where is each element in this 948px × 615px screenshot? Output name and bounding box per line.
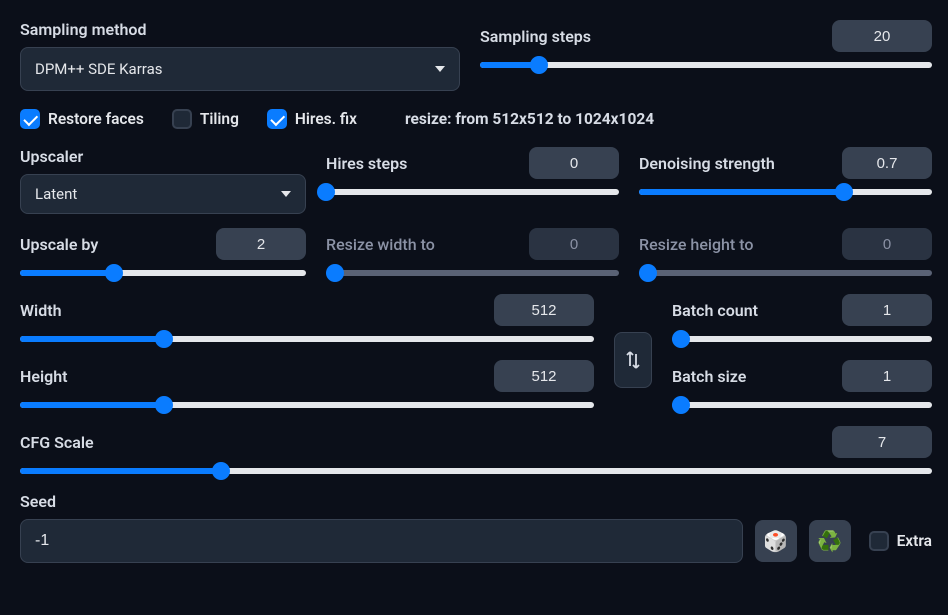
height-slider[interactable] [20, 398, 594, 412]
sampling-method-value: DPM++ SDE Karras [35, 60, 163, 78]
extra-seed-checkbox[interactable]: Extra [869, 531, 932, 551]
height-label: Height [20, 367, 68, 386]
resize-height-slider[interactable] [639, 266, 932, 280]
width-label: Width [20, 301, 62, 320]
resize-width-slider[interactable] [326, 266, 619, 280]
cfg-scale-slider[interactable] [20, 464, 932, 478]
restore-faces-checkbox[interactable]: Restore faces [20, 109, 144, 129]
chevron-down-icon [281, 191, 291, 197]
hires-steps-label: Hires steps [326, 154, 407, 173]
width-input[interactable] [494, 294, 594, 326]
cfg-scale-label: CFG Scale [20, 433, 94, 452]
seed-input[interactable] [20, 519, 743, 563]
sampling-method-select[interactable]: DPM++ SDE Karras [20, 47, 460, 91]
batch-size-input[interactable] [842, 360, 932, 392]
seed-label: Seed [20, 492, 932, 511]
batch-size-label: Batch size [672, 367, 746, 386]
denoising-strength-label: Denoising strength [639, 154, 775, 173]
batch-count-slider[interactable] [672, 332, 932, 346]
height-input[interactable] [494, 360, 594, 392]
dice-icon: 🎲 [763, 529, 788, 553]
resize-width-label: Resize width to [326, 235, 435, 254]
batch-count-input[interactable] [842, 294, 932, 326]
upscaler-value: Latent [35, 185, 77, 203]
resize-width-input[interactable] [529, 228, 619, 260]
sampling-steps-input[interactable] [832, 20, 932, 52]
tiling-checkbox[interactable]: Tiling [172, 109, 239, 129]
upscale-by-label: Upscale by [20, 235, 98, 254]
swap-dimensions-button[interactable] [614, 332, 652, 388]
recycle-icon: ♻️ [817, 529, 842, 553]
chevron-down-icon [435, 66, 445, 72]
resize-summary: resize: from 512x512 to 1024x1024 [405, 110, 654, 128]
hires-steps-slider[interactable] [326, 185, 619, 199]
upscaler-select[interactable]: Latent [20, 174, 306, 214]
swap-icon [624, 349, 642, 371]
cfg-scale-input[interactable] [832, 426, 932, 458]
random-seed-button[interactable]: 🎲 [755, 520, 797, 562]
upscale-by-input[interactable] [216, 228, 306, 260]
resize-height-input[interactable] [842, 228, 932, 260]
hires-steps-input[interactable] [529, 147, 619, 179]
denoising-strength-input[interactable] [842, 147, 932, 179]
upscale-by-slider[interactable] [20, 266, 306, 280]
sampling-steps-slider[interactable] [480, 58, 932, 72]
resize-height-label: Resize height to [639, 235, 753, 254]
width-slider[interactable] [20, 332, 594, 346]
hires-fix-checkbox[interactable]: Hires. fix [267, 109, 357, 129]
sampling-steps-label: Sampling steps [480, 27, 591, 46]
upscaler-label: Upscaler [20, 147, 306, 166]
batch-size-slider[interactable] [672, 398, 932, 412]
sampling-method-label: Sampling method [20, 20, 460, 39]
batch-count-label: Batch count [672, 301, 758, 320]
denoising-strength-slider[interactable] [639, 185, 932, 199]
reuse-seed-button[interactable]: ♻️ [809, 520, 851, 562]
